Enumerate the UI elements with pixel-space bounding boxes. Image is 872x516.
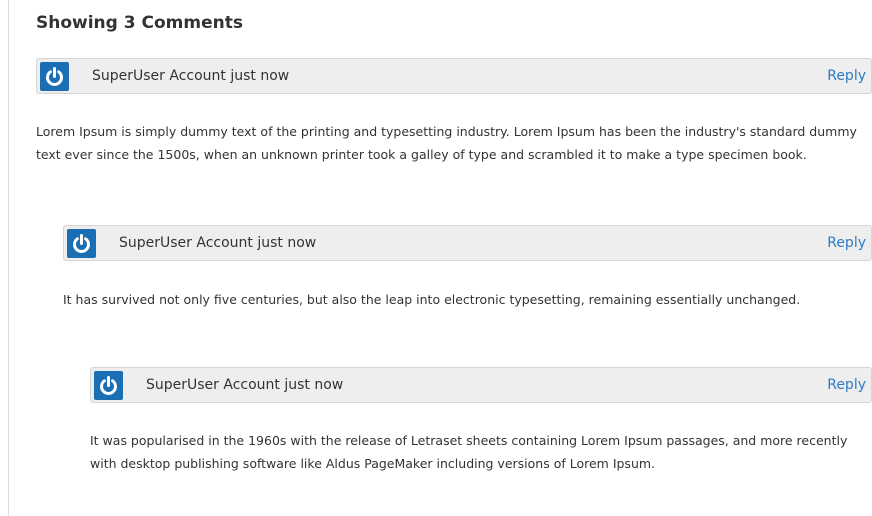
comment-time: just now xyxy=(284,377,344,393)
comment-time: just now xyxy=(230,68,290,84)
comment-header: SuperUser Account just now Reply xyxy=(90,367,872,403)
comment-meta: SuperUser Account just now xyxy=(92,59,289,93)
comments-heading: Showing 3 Comments xyxy=(36,13,243,33)
comment-body: It has survived not only five centuries,… xyxy=(63,292,801,307)
comment-meta: SuperUser Account just now xyxy=(119,226,316,260)
author-name[interactable]: SuperUser Account xyxy=(92,68,226,84)
comments-page: Showing 3 Comments SuperUser Account jus… xyxy=(0,0,872,516)
comment-body: Lorem Ipsum is simply dummy text of the … xyxy=(36,124,857,162)
comment-time: just now xyxy=(257,235,317,251)
reply-link[interactable]: Reply xyxy=(827,226,866,260)
comment-meta: SuperUser Account just now xyxy=(146,368,343,402)
power-icon xyxy=(73,234,90,253)
comment-header: SuperUser Account just now Reply xyxy=(63,225,872,261)
left-divider xyxy=(8,0,9,516)
power-icon xyxy=(100,376,117,395)
author-name[interactable]: SuperUser Account xyxy=(146,377,280,393)
reply-link[interactable]: Reply xyxy=(827,368,866,402)
comment-header: SuperUser Account just now Reply xyxy=(36,58,872,94)
avatar[interactable] xyxy=(40,62,69,91)
avatar[interactable] xyxy=(94,371,123,400)
author-name[interactable]: SuperUser Account xyxy=(119,235,253,251)
comment-body: It was popularised in the 1960s with the… xyxy=(90,433,848,471)
reply-link[interactable]: Reply xyxy=(827,59,866,93)
avatar[interactable] xyxy=(67,229,96,258)
power-icon xyxy=(46,67,63,86)
